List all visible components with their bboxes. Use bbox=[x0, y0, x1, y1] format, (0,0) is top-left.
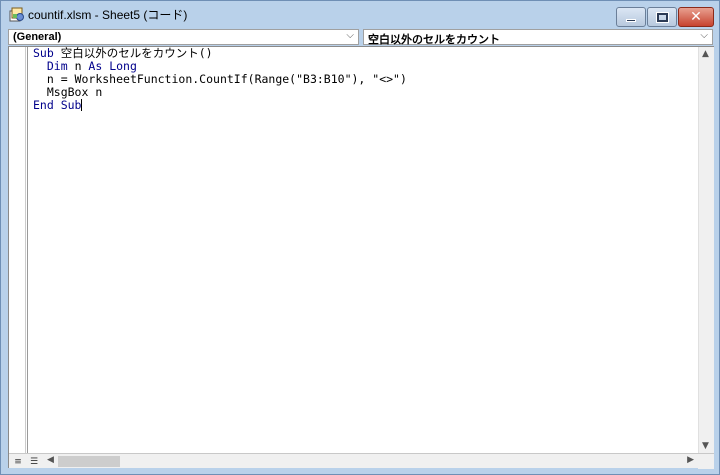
procedure-view-button[interactable]: ≡ bbox=[11, 455, 25, 468]
title-bar[interactable]: countif.xlsm - Sheet5 (コード) ✕ bbox=[1, 1, 719, 27]
maximize-button[interactable] bbox=[647, 7, 677, 27]
procedure-view-icon: ≡ bbox=[14, 456, 22, 467]
keyword: End Sub bbox=[33, 98, 82, 112]
minimize-button[interactable] bbox=[616, 7, 646, 27]
scroll-left-icon[interactable]: ◀ bbox=[47, 455, 54, 465]
chevron-down-icon[interactable]: ⌵ bbox=[346, 30, 354, 41]
margin-indicator-bar[interactable] bbox=[9, 47, 28, 453]
code-text-fragment: MsgBox n bbox=[46, 85, 103, 99]
text-cursor bbox=[81, 99, 83, 111]
bottom-bar: ≡ ☰ ◀ ▶ bbox=[9, 453, 714, 469]
code-editor[interactable]: Sub 空白以外のセルをカウント() Dim n As Long n = Wor… bbox=[8, 46, 714, 469]
minimize-icon bbox=[626, 18, 636, 22]
keyword: As Long bbox=[88, 59, 137, 73]
code-line-4[interactable]: MsgBox n bbox=[33, 86, 407, 99]
keyword: Dim bbox=[46, 59, 68, 73]
window-title: countif.xlsm - Sheet5 (コード) bbox=[28, 8, 188, 22]
keyword: Sub bbox=[33, 46, 54, 60]
scrollbar-corner bbox=[698, 454, 714, 469]
code-text-fragment: n bbox=[67, 59, 89, 73]
full-module-view-icon: ☰ bbox=[29, 456, 39, 467]
code-text[interactable]: Sub 空白以外のセルをカウント() Dim n As Long n = Wor… bbox=[33, 47, 407, 112]
scroll-up-icon[interactable]: ▲ bbox=[702, 49, 709, 59]
close-icon: ✕ bbox=[690, 9, 702, 25]
code-text-fragment: 空白以外のセルをカウント() bbox=[53, 46, 213, 60]
full-module-view-button[interactable]: ☰ bbox=[27, 455, 41, 468]
horizontal-scrollbar[interactable]: ◀ ▶ bbox=[43, 454, 698, 469]
vbe-code-window: countif.xlsm - Sheet5 (コード) ✕ (General) … bbox=[0, 0, 720, 475]
close-button[interactable]: ✕ bbox=[678, 7, 714, 27]
procedure-combo-value: 空白以外のセルをカウント bbox=[368, 34, 500, 46]
procedure-combo[interactable]: 空白以外のセルをカウント ⌵ bbox=[363, 29, 713, 46]
scroll-down-icon[interactable]: ▼ bbox=[702, 441, 709, 451]
workbook-icon bbox=[9, 7, 24, 22]
object-combo[interactable]: (General) ⌵ bbox=[8, 29, 359, 45]
scroll-right-icon[interactable]: ▶ bbox=[687, 455, 694, 465]
code-text-fragment: n = WorksheetFunction.CountIf(Range("B3:… bbox=[46, 72, 407, 86]
scrollbar-thumb[interactable] bbox=[58, 456, 120, 467]
maximize-icon bbox=[655, 11, 669, 23]
code-line-5[interactable]: End Sub bbox=[33, 99, 407, 112]
chevron-down-icon[interactable]: ⌵ bbox=[700, 30, 708, 41]
object-combo-value: (General) bbox=[13, 31, 62, 43]
vertical-scrollbar[interactable]: ▲ ▼ bbox=[698, 47, 714, 453]
